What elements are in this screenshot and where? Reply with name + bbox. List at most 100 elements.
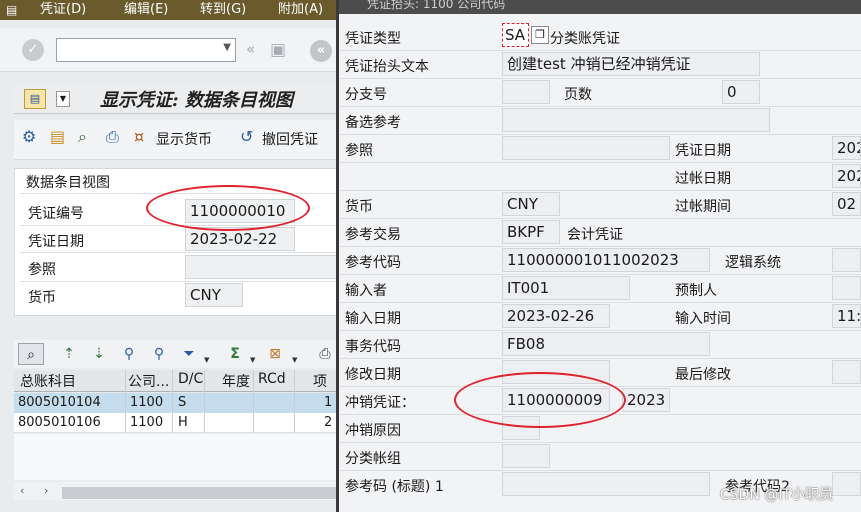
print-icon[interactable]: ⎙ (106, 128, 119, 146)
column-separator (172, 370, 173, 433)
ref-transaction-description: 会计凭证 (567, 227, 623, 243)
ref-transaction-field[interactable]: BKPF (502, 220, 560, 244)
sort-ascending-icon[interactable]: ⇡ (56, 343, 82, 365)
col-item[interactable]: 项 (313, 371, 327, 391)
posting-period-field[interactable]: 02 (832, 192, 861, 216)
subtotal-icon[interactable]: ⊠ (262, 343, 288, 365)
ledger-group-label: 分类帐组 (345, 451, 401, 467)
sort-descending-icon[interactable]: ⇣ (86, 343, 112, 365)
item-cell: 2 (324, 415, 333, 430)
posting-date-field[interactable]: 202 (832, 164, 861, 188)
branch-field[interactable] (502, 80, 550, 104)
back-history-icon[interactable]: « (246, 40, 255, 58)
currency-icon[interactable]: ¤ (134, 128, 144, 146)
tcode-field[interactable]: FB08 (502, 332, 710, 356)
column-separator (125, 370, 126, 433)
ref-key-label: 参考代码 (345, 255, 401, 271)
document-overview-icon[interactable]: ▤ (24, 89, 46, 109)
entry-time-field[interactable]: 11: (832, 304, 861, 328)
reversal-doc-label: 冲销凭证： (345, 395, 415, 411)
reference-label: 参照 (345, 143, 373, 159)
filter-icon[interactable]: ⏷ (176, 343, 202, 365)
ref-key-header-field[interactable] (502, 472, 710, 496)
value-help-icon[interactable]: ❐ (531, 26, 549, 44)
chevron-down-icon[interactable]: ▼ (56, 91, 70, 107)
reference-field[interactable] (502, 136, 670, 160)
doc-number-label: 凭证编号 (28, 206, 84, 222)
scroll-right-icon[interactable]: › (44, 484, 48, 497)
chevron-down-icon[interactable]: ▼ (223, 42, 231, 53)
reference-field[interactable] (185, 255, 340, 279)
branch-label: 分支号 (345, 87, 387, 103)
divider (340, 274, 861, 275)
window-menu-icon[interactable]: ▤ (6, 3, 20, 17)
ref-key-2-field[interactable] (832, 472, 861, 496)
header-text-label: 凭证抬头文本 (345, 59, 429, 75)
gl-account-cell: 8005010106 (18, 415, 101, 430)
header-text-field[interactable]: 创建test 冲销已经冲销凭证 (502, 52, 760, 76)
currency-field[interactable]: CNY (185, 283, 243, 307)
posting-period-label: 过帐期间 (675, 199, 731, 215)
col-gl-account[interactable]: 总账科目 (20, 371, 76, 391)
col-debit-credit[interactable]: D/C (178, 371, 203, 387)
chevron-down-icon[interactable]: ▼ (204, 356, 209, 364)
col-year[interactable]: 年度 (222, 371, 250, 391)
pages-field[interactable]: 0 (722, 80, 760, 104)
reverse-document-button[interactable]: 撤回凭证 (262, 129, 318, 149)
save-icon[interactable]: ▣ (270, 40, 286, 60)
scroll-left-icon[interactable]: ‹ (20, 484, 24, 497)
details-icon[interactable]: ⌕ (18, 343, 44, 365)
print-icon[interactable]: ⎙ (312, 343, 338, 365)
tcode-label: 事务代码 (345, 339, 401, 355)
search-icon[interactable]: ⌕ (78, 128, 87, 146)
enter-check-icon[interactable]: ✓ (22, 39, 44, 61)
dialog-title-bar: 凭证抬头: 1100 公司代码 (339, 0, 861, 14)
alt-ref-field[interactable] (502, 108, 770, 132)
sum-icon[interactable]: Σ (222, 343, 248, 365)
menu-edit[interactable]: 编辑(E) (124, 0, 168, 20)
entered-by-field[interactable]: IT001 (502, 276, 630, 300)
divider (340, 470, 861, 471)
dc-cell: H (178, 415, 188, 430)
logical-system-label: 逻辑系统 (725, 255, 781, 271)
scrollbar-thumb[interactable] (62, 487, 340, 499)
currency-label: 货币 (28, 290, 56, 306)
menu-extras[interactable]: 附加(A) (278, 0, 323, 20)
gl-account-cell: 8005010104 (18, 395, 101, 410)
chevron-down-icon[interactable]: ▼ (250, 356, 255, 364)
menu-bar: ▤ 凭证(D) 编辑(E) 转到(G) 附加(A) (0, 0, 340, 20)
dc-cell: S (178, 395, 187, 410)
doc-date-field[interactable]: 202 (832, 136, 861, 160)
reverse-icon[interactable]: ↺ (240, 128, 253, 146)
show-currency-button[interactable]: 显示货币 (156, 129, 212, 149)
parked-by-field[interactable] (832, 276, 861, 300)
settings-icon[interactable]: ⚙ (22, 128, 36, 146)
back-icon[interactable]: « (310, 40, 332, 62)
posting-date-label: 过帐日期 (675, 171, 731, 187)
col-company[interactable]: 公司... (128, 371, 169, 391)
pages-label: 页数 (564, 87, 592, 103)
parked-by-label: 预制人 (675, 283, 717, 299)
menu-document[interactable]: 凭证(D) (40, 0, 86, 20)
last-change-field[interactable] (832, 360, 861, 384)
entry-date-field[interactable]: 2023-02-26 (502, 304, 610, 328)
ref-key-field[interactable]: 110000001011002023 (502, 248, 710, 272)
divider (340, 162, 861, 163)
find-next-icon[interactable]: ⚲ (146, 343, 172, 365)
menu-goto[interactable]: 转到(G) (200, 0, 246, 20)
chevron-down-icon[interactable]: ▼ (292, 356, 297, 364)
find-icon[interactable]: ⚲ (116, 343, 142, 365)
command-field[interactable]: ▼ (56, 38, 236, 62)
doc-type-field[interactable]: SA (502, 23, 529, 47)
entry-time-label: 输入时间 (675, 311, 731, 327)
divider (340, 442, 861, 443)
divider (340, 218, 861, 219)
ledger-group-field[interactable] (502, 444, 550, 468)
col-rcd[interactable]: RCd (258, 371, 286, 387)
logical-system-field[interactable] (832, 248, 861, 272)
reversal-year-field[interactable]: 2023 (622, 388, 670, 412)
entered-by-label: 输入者 (345, 283, 387, 299)
currency-field[interactable]: CNY (502, 192, 560, 216)
document-icon[interactable]: ▤ (50, 128, 65, 146)
last-change-label: 最后修改 (675, 367, 731, 383)
